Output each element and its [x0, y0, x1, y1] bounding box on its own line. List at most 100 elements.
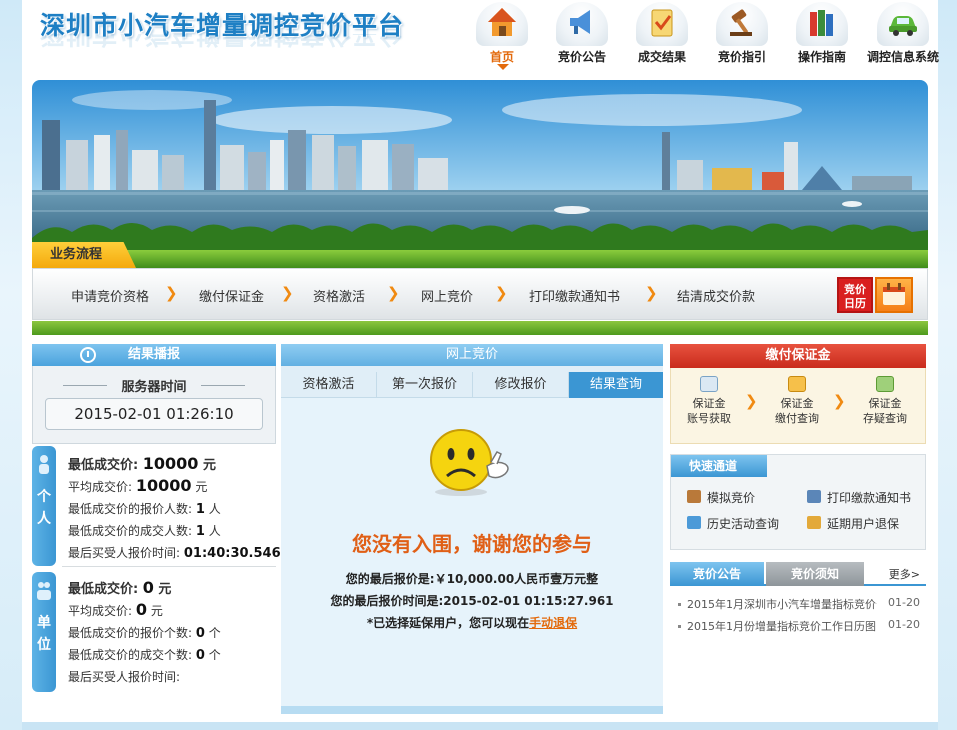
tab-bid-announcements[interactable]: 竞价公告: [670, 562, 764, 586]
quick-link-label: 历史活动查询: [707, 517, 780, 531]
company-tab-label: 单 位: [32, 612, 56, 656]
personal-tab: 个 人: [32, 446, 56, 566]
flow-step-settle[interactable]: 结清成交价款: [677, 286, 755, 305]
bidders-label: 最低成交价的报价个数:: [68, 626, 193, 640]
min-price-label: 最低成交价:: [68, 458, 139, 473]
personal-bidders-row: 最低成交价的报价人数: 1 人: [68, 500, 221, 517]
nav-announcements[interactable]: 竞价公告: [542, 2, 622, 72]
deposit-dispute-query-link[interactable]: 保证金 存疑查询: [855, 376, 915, 426]
deposit-item-line1: 保证金: [692, 397, 726, 410]
deposit-item-line2: 账号获取: [687, 412, 731, 425]
quick-link-label: 模拟竞价: [707, 491, 756, 505]
bid-calendar-button[interactable]: 竞价 日历: [837, 277, 915, 313]
deals-label: 最低成交价的成交个数:: [68, 648, 193, 662]
notice-item[interactable]: 2015年1月深圳市小汽车增量指标竞价公告 01-20: [678, 596, 924, 612]
quick-access-header: 快速通道: [671, 455, 767, 477]
min-price-value: 0: [142, 578, 154, 597]
avg-price-value: 0: [135, 600, 148, 619]
main-nav: 首页 竞价公告 成交结果 竞价指引 操作指南 调控信息系统: [462, 2, 939, 74]
city-banner: [32, 80, 928, 268]
personal-min-price-row: 最低成交价: 10000 元: [68, 454, 216, 473]
flow-step-online-bid[interactable]: 网上竞价: [421, 286, 473, 305]
quick-link-label: 打印缴款通知书: [827, 491, 912, 505]
flow-arrow-icon: ❯: [281, 284, 294, 302]
books-icon: [796, 2, 848, 46]
document-check-icon: [636, 2, 688, 46]
header: 深圳市小汽车增量调控竞价平台 深圳市小汽车增量调控竞价平台 首页 竞价公告 成交…: [22, 0, 939, 80]
server-time-panel: 服务器时间 2015-02-01 01:26:10: [32, 366, 276, 444]
price-unit: 元: [158, 582, 172, 597]
company-deals-row: 最低成交价的成交个数: 0 个: [68, 646, 221, 663]
tab-first-bid[interactable]: 第一次报价: [377, 372, 473, 398]
nav-info-system-label: 调控信息系统: [866, 50, 939, 64]
deposit-header: 缴付保证金: [670, 344, 926, 368]
nav-home-label: 首页: [489, 50, 514, 64]
notice-item[interactable]: 2015年1月份增量指标竞价工作日历图 01-20: [678, 618, 924, 634]
group-icon: [37, 582, 51, 600]
nav-results[interactable]: 成交结果: [622, 2, 702, 72]
quick-link-print-notice[interactable]: 打印缴款通知书: [807, 489, 911, 506]
online-bidding-panel: 网上竞价 资格激活 第一次报价 修改报价 结果查询 您没有入围，谢谢您的参与 您…: [281, 344, 663, 714]
quick-link-history[interactable]: 历史活动查询: [687, 515, 779, 532]
quick-link-mock-bid[interactable]: 模拟竞价: [687, 489, 755, 506]
deals-value: 1: [195, 524, 205, 539]
nav-info-system[interactable]: 调控信息系统: [862, 2, 944, 72]
flow-step-deposit[interactable]: 缴付保证金: [199, 286, 264, 305]
avg-price-value: 10000: [135, 476, 192, 495]
personal-deals-row: 最低成交价的成交人数: 1 人: [68, 522, 221, 539]
active-caret-icon: [497, 64, 509, 70]
tab-activate[interactable]: 资格激活: [281, 372, 377, 398]
company-last-time-row: 最后买受人报价时间:: [68, 668, 180, 685]
min-price-value: 10000: [142, 454, 199, 473]
binoculars-icon: [876, 376, 894, 392]
person-icon: [39, 455, 49, 474]
manual-refund-link[interactable]: 手动退保: [529, 616, 577, 630]
document-icon: [807, 516, 821, 529]
bullet-icon: [678, 624, 681, 628]
tab-bid-instructions[interactable]: 竞价须知: [766, 562, 864, 586]
avg-price-label: 平均成交价:: [68, 604, 133, 618]
notice-panel: 竞价公告 竞价须知 更多> 2015年1月深圳市小汽车增量指标竞价公告 01-2…: [670, 562, 926, 642]
last-time-value: 2015-02-01 01:15:27.961: [443, 594, 614, 608]
tab-char: 位: [37, 637, 51, 653]
personal-tab-label: 个 人: [32, 486, 56, 530]
company-min-price-row: 最低成交价: 0 元: [68, 578, 171, 597]
personal-stats: 个 人 最低成交价: 10000 元 平均成交价: 10000 元 最低成交价的…: [32, 446, 281, 568]
tab-result-query[interactable]: 结果查询: [569, 372, 663, 398]
calendar-icon: [687, 516, 701, 529]
quick-link-label: 延期用户退保: [827, 517, 900, 531]
more-link[interactable]: 更多>: [889, 566, 920, 582]
deposit-payment-query-link[interactable]: 保证金 缴付查询: [767, 376, 827, 426]
flow-step-apply[interactable]: 申请竞价资格: [71, 286, 149, 305]
flow-step-print-notice[interactable]: 打印缴款通知书: [529, 286, 620, 305]
min-price-label: 最低成交价:: [68, 582, 139, 597]
nav-home[interactable]: 首页: [462, 2, 542, 72]
stats-divider: [62, 566, 276, 567]
notice-date: 01-20: [888, 596, 920, 609]
nav-manual-label: 操作指南: [797, 50, 846, 64]
avg-price-label: 平均成交价:: [68, 480, 133, 494]
last-price-value: ￥10,000.00人民币壹万元整: [434, 572, 599, 586]
car-icon: [877, 2, 929, 46]
tab-char: 人: [37, 511, 51, 527]
flow-step-activate[interactable]: 资格激活: [313, 286, 365, 305]
nav-guide[interactable]: 竞价指引: [702, 2, 782, 72]
count-unit: 个: [208, 626, 221, 640]
sad-face-icon: [430, 429, 509, 496]
calendar-icon: [875, 277, 913, 313]
megaphone-icon: [556, 2, 608, 46]
flow-arrow-icon: ❯: [387, 284, 400, 302]
deposit-account-link[interactable]: 保证金 账号获取: [679, 376, 739, 426]
last-price-line: 您的最后报价是:￥10,000.00人民币壹万元整: [281, 570, 663, 587]
personal-avg-price-row: 平均成交价: 10000 元: [68, 476, 207, 495]
business-flow-bar: 申请竞价资格 ❯ 缴付保证金 ❯ 资格激活 ❯ 网上竞价 ❯ 打印缴款通知书 ❯…: [32, 268, 928, 320]
deposit-item-line1: 保证金: [780, 397, 814, 410]
deposit-panel: 保证金 账号获取 ❯ 保证金 缴付查询 ❯ 保证金 存疑查询: [670, 368, 926, 444]
nav-announcements-label: 竞价公告: [557, 50, 606, 64]
deposit-arrow-icon: ❯: [833, 392, 846, 410]
bullet-icon: [678, 602, 681, 606]
nav-manual[interactable]: 操作指南: [782, 2, 862, 72]
quick-link-deferred-refund[interactable]: 延期用户退保: [807, 515, 899, 532]
tab-modify-bid[interactable]: 修改报价: [473, 372, 569, 398]
last-time-value: 01:40:30.546: [183, 546, 281, 561]
